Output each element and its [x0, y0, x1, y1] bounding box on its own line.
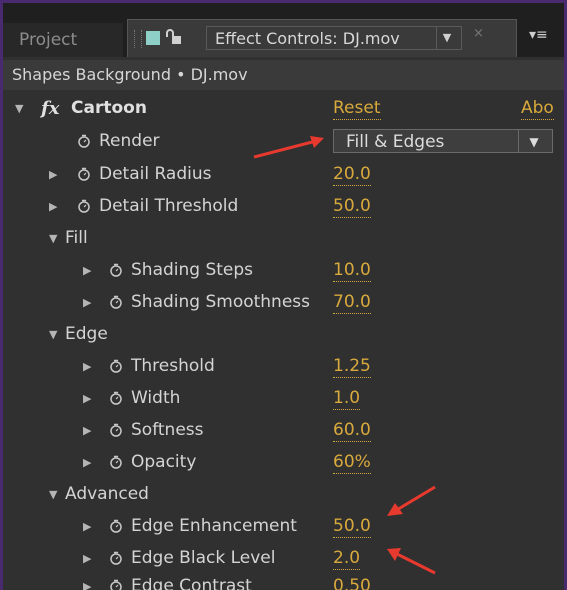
fx-icon[interactable]: fx: [41, 93, 59, 124]
chevron-down-icon[interactable]: ▼: [436, 27, 457, 49]
expand-triangle-icon[interactable]: ▶: [83, 383, 91, 414]
tab-project-label: Project: [19, 30, 78, 50]
expand-triangle-icon[interactable]: ▶: [49, 159, 57, 190]
edge-black-level-value[interactable]: 2.0: [333, 547, 361, 570]
expand-triangle-icon[interactable]: ▶: [83, 255, 91, 286]
collapse-triangle-icon[interactable]: ▼: [49, 479, 57, 510]
stopwatch-icon[interactable]: [109, 519, 123, 533]
stopwatch-icon[interactable]: [109, 579, 123, 590]
shading-smoothness-label: Shading Smoothness: [131, 292, 311, 312]
tab-project[interactable]: Project: [3, 23, 123, 57]
detail-threshold-label: Detail Threshold: [99, 196, 239, 216]
group-row-edge[interactable]: ▼ Edge: [3, 319, 564, 350]
expand-triangle-icon[interactable]: ▶: [83, 447, 91, 478]
effect-header-row[interactable]: ▼ fx Cartoon Reset Abo: [3, 93, 564, 124]
opacity-value[interactable]: 60%: [333, 451, 371, 474]
property-row-detail-radius: ▶ Detail Radius 20.0: [3, 159, 564, 190]
about-button[interactable]: Abo: [521, 97, 554, 120]
effect-name: Cartoon: [71, 98, 147, 118]
property-row-edge-black-level: ▶ Edge Black Level 2.0: [3, 543, 564, 574]
drag-grip-icon[interactable]: [134, 30, 142, 48]
reset-button[interactable]: Reset: [333, 97, 381, 120]
opacity-label: Opacity: [131, 452, 197, 472]
detail-radius-value[interactable]: 20.0: [333, 163, 371, 186]
property-row-width: ▶ Width 1.0: [3, 383, 564, 414]
width-value[interactable]: 1.0: [333, 387, 361, 410]
panel-tab-bar: Project Effect Controls: DJ.mov ▼ × ▾≡: [3, 3, 564, 57]
collapse-triangle-icon[interactable]: ▼: [15, 93, 23, 124]
layer-color-swatch-icon: [146, 31, 160, 45]
detail-threshold-value[interactable]: 50.0: [333, 195, 371, 218]
edge-enhancement-label: Edge Enhancement: [131, 516, 297, 536]
stopwatch-icon[interactable]: [109, 391, 123, 405]
edge-black-level-label: Edge Black Level: [131, 548, 276, 568]
effect-controls-layer-dropdown[interactable]: Effect Controls: DJ.mov ▼: [206, 26, 462, 50]
chevron-down-icon[interactable]: ▼: [518, 130, 549, 152]
group-row-fill[interactable]: ▼ Fill: [3, 223, 564, 254]
stopwatch-icon[interactable]: [109, 359, 123, 373]
edge-contrast-value[interactable]: 0.50: [333, 575, 371, 590]
property-row-shading-steps: ▶ Shading Steps 10.0: [3, 255, 564, 286]
collapse-triangle-icon[interactable]: ▼: [49, 223, 57, 254]
softness-label: Softness: [131, 420, 204, 440]
property-row-opacity: ▶ Opacity 60%: [3, 447, 564, 478]
stopwatch-icon[interactable]: [109, 295, 123, 309]
stopwatch-icon[interactable]: [77, 167, 91, 181]
advanced-group-label: Advanced: [65, 484, 149, 504]
effect-controls-title: Effect Controls: DJ.mov: [215, 29, 400, 48]
stopwatch-icon[interactable]: [109, 263, 123, 277]
shading-smoothness-value[interactable]: 70.0: [333, 291, 371, 314]
render-mode-value: Fill & Edges: [346, 132, 445, 152]
stopwatch-icon[interactable]: [77, 134, 91, 148]
tab-effect-controls[interactable]: Effect Controls: DJ.mov ▼ ×: [127, 19, 517, 57]
property-row-render: Render Fill & Edges ▼: [3, 126, 564, 157]
expand-triangle-icon[interactable]: ▶: [83, 511, 91, 542]
layer-breadcrumb: Shapes Background • DJ.mov: [3, 60, 564, 90]
stopwatch-icon[interactable]: [109, 423, 123, 437]
render-mode-dropdown[interactable]: Fill & Edges ▼: [333, 129, 553, 153]
expand-triangle-icon[interactable]: ▶: [83, 351, 91, 382]
expand-triangle-icon[interactable]: ▶: [83, 287, 91, 318]
shading-steps-value[interactable]: 10.0: [333, 259, 371, 282]
fill-group-label: Fill: [65, 228, 88, 248]
detail-radius-label: Detail Radius: [99, 164, 212, 184]
stopwatch-icon[interactable]: [109, 551, 123, 565]
stopwatch-icon[interactable]: [109, 455, 123, 469]
property-row-shading-smoothness: ▶ Shading Smoothness 70.0: [3, 287, 564, 318]
expand-triangle-icon[interactable]: ▶: [83, 415, 91, 446]
group-row-advanced[interactable]: ▼ Advanced: [3, 479, 564, 510]
panel-menu-icon[interactable]: ▾≡: [529, 27, 548, 43]
stopwatch-icon[interactable]: [77, 199, 91, 213]
collapse-triangle-icon[interactable]: ▼: [49, 319, 57, 350]
property-row-softness: ▶ Softness 60.0: [3, 415, 564, 446]
layer-breadcrumb-text: Shapes Background • DJ.mov: [12, 65, 248, 84]
width-label: Width: [131, 388, 181, 408]
threshold-label: Threshold: [131, 356, 215, 376]
edge-enhancement-value[interactable]: 50.0: [333, 515, 371, 538]
property-row-edge-contrast: ▶ Edge Contrast 0.50: [3, 571, 564, 590]
softness-value[interactable]: 60.0: [333, 419, 371, 442]
edge-group-label: Edge: [65, 324, 108, 344]
property-row-threshold: ▶ Threshold 1.25: [3, 351, 564, 382]
expand-triangle-icon[interactable]: ▶: [83, 543, 91, 574]
property-row-detail-threshold: ▶ Detail Threshold 50.0: [3, 191, 564, 222]
edge-contrast-label: Edge Contrast: [131, 576, 252, 590]
property-row-edge-enhancement: ▶ Edge Enhancement 50.0: [3, 511, 564, 542]
render-label: Render: [99, 131, 160, 151]
lock-icon[interactable]: [166, 29, 184, 47]
expand-triangle-icon[interactable]: ▶: [49, 191, 57, 222]
threshold-value[interactable]: 1.25: [333, 355, 371, 378]
expand-triangle-icon[interactable]: ▶: [83, 571, 91, 590]
shading-steps-label: Shading Steps: [131, 260, 254, 280]
close-icon[interactable]: ×: [473, 26, 484, 41]
effect-controls-panel: Project Effect Controls: DJ.mov ▼ × ▾≡ S…: [3, 3, 564, 590]
